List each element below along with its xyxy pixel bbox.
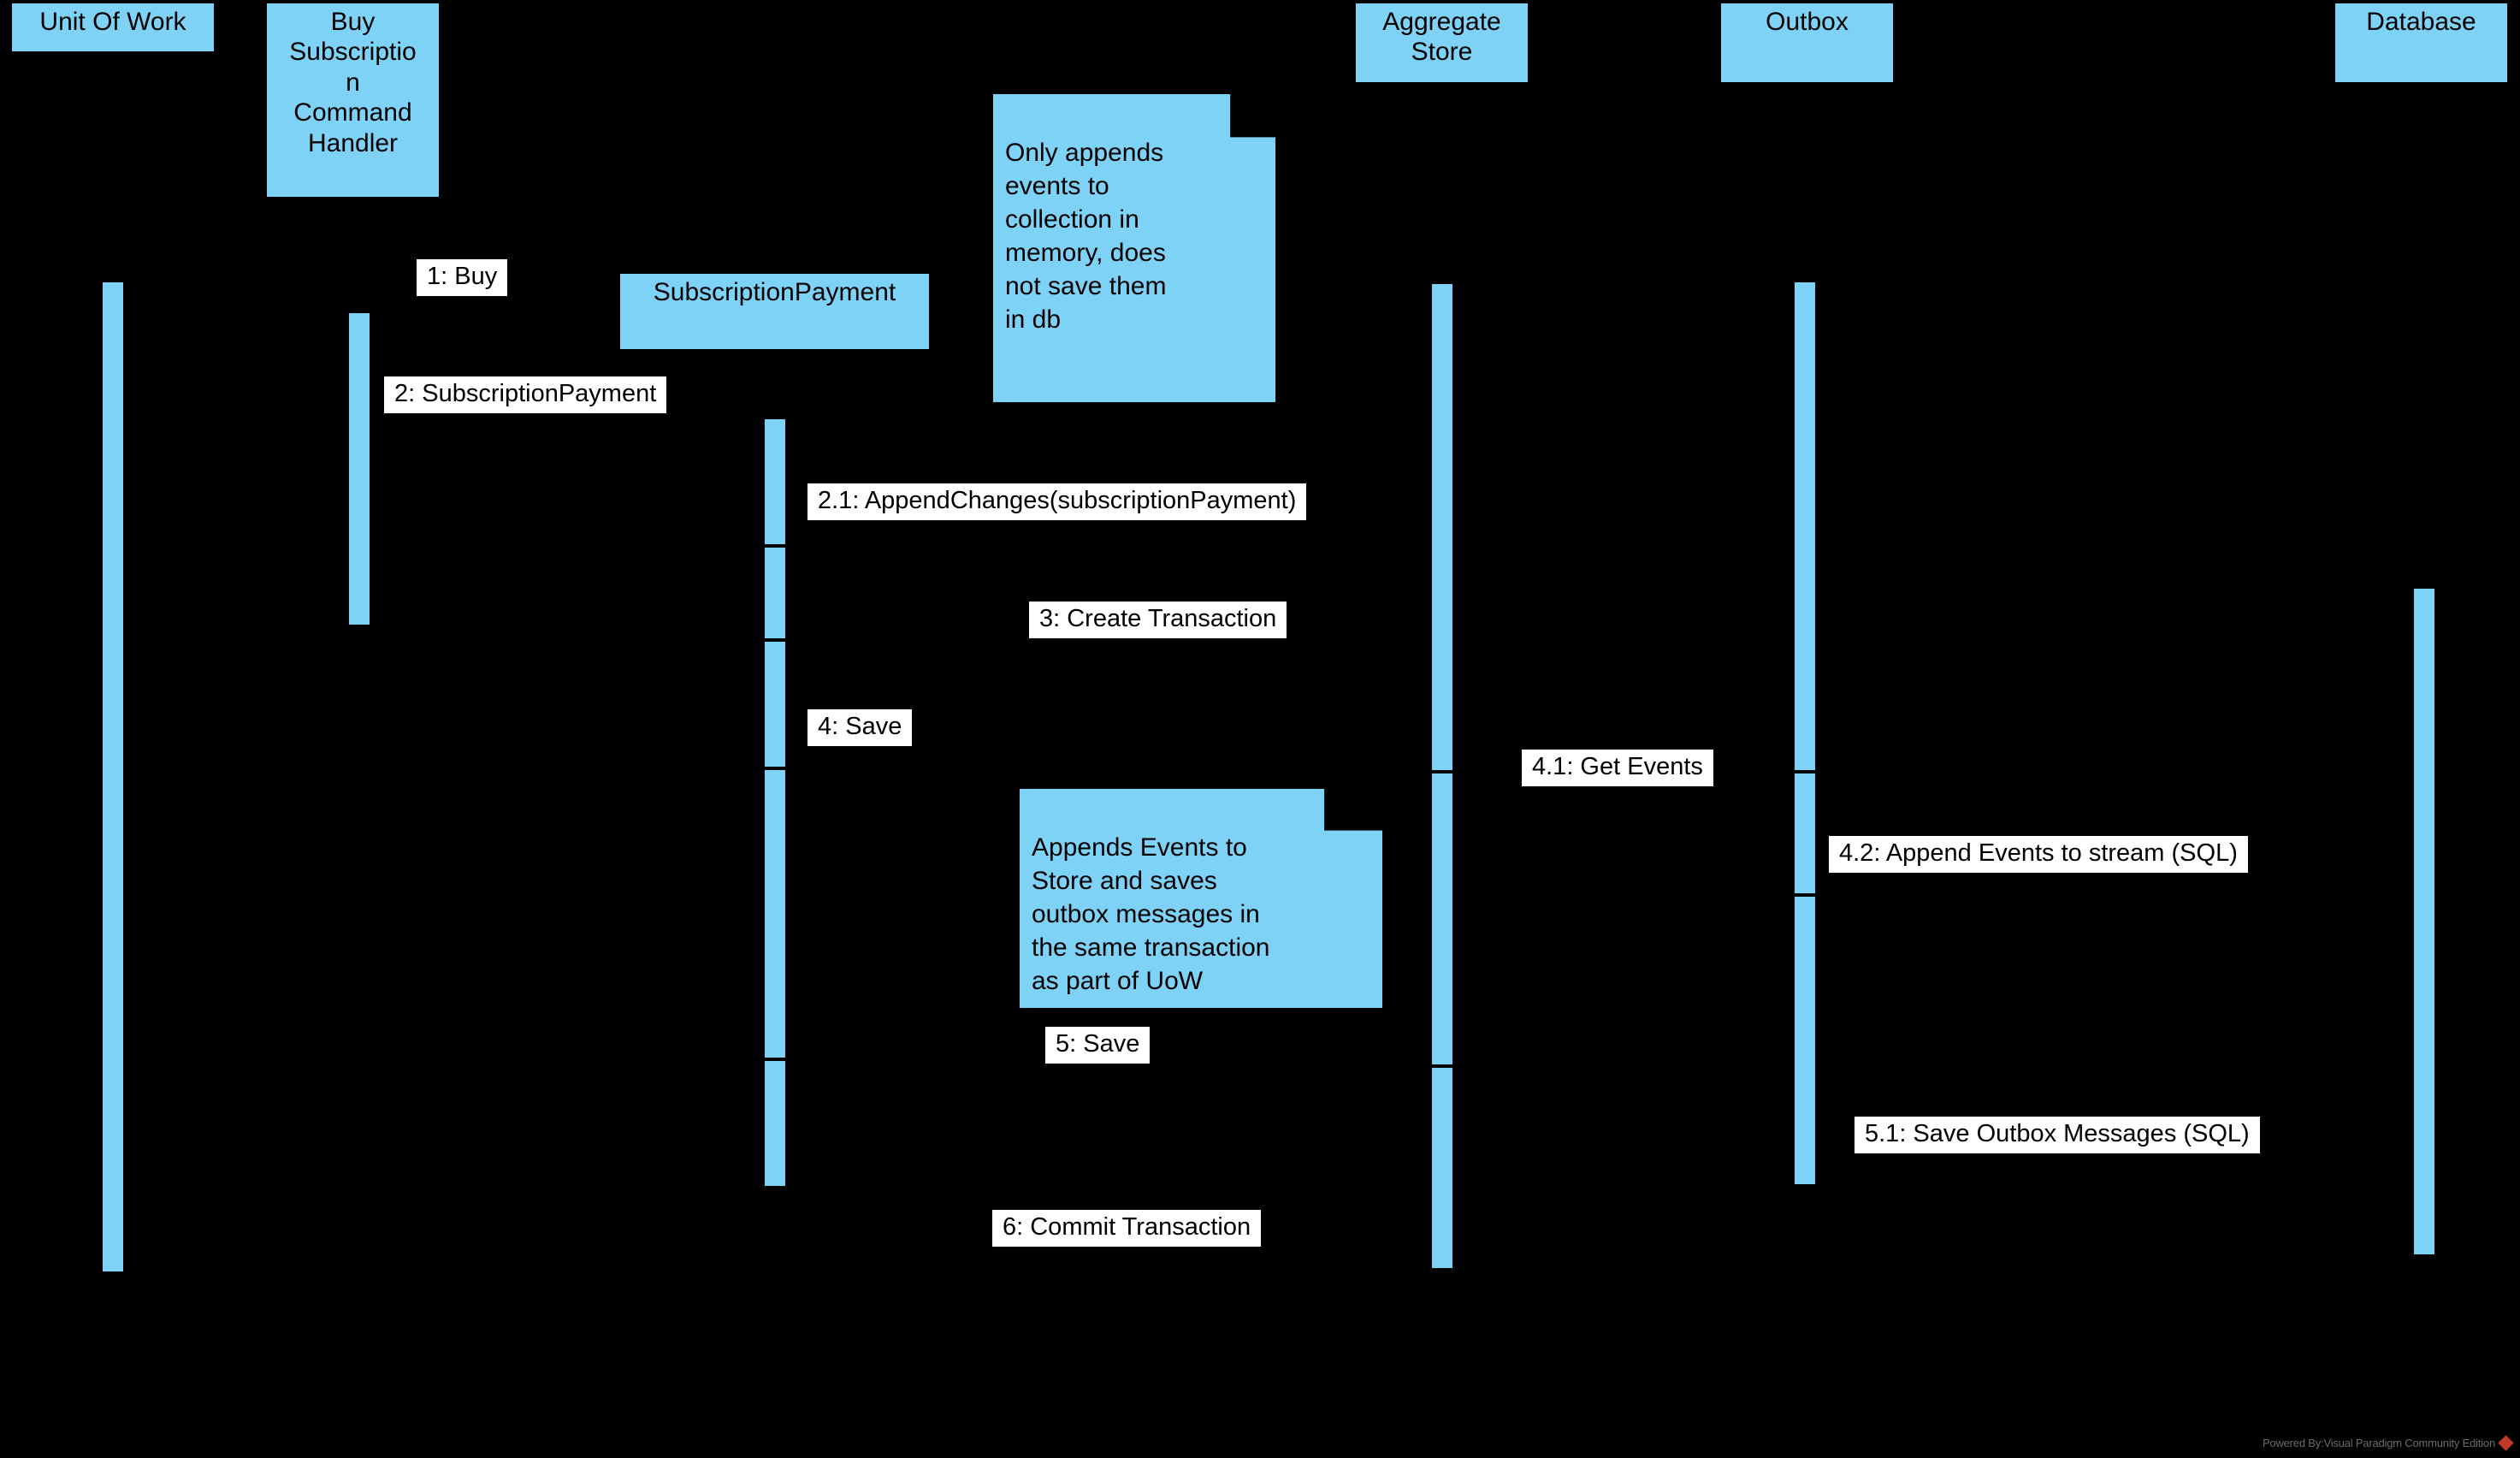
lifeline-label-buy-subscription-command-handler: Buy Subscriptio n Command Handler [289,8,417,157]
activation-bar-unit-of-work [101,281,125,1273]
activation-bar-database [2412,587,2436,1256]
message-label-5-save[interactable]: 5: Save [1045,1027,1151,1064]
sequence-diagram-canvas: Unit Of Work Buy Subscriptio n Command H… [0,0,2520,1458]
activation-bar-subscription-payment-2 [763,546,787,640]
lifeline-label-subscription-payment: SubscriptionPayment [653,278,896,306]
lifeline-label-outbox: Outbox [1766,8,1849,36]
activation-bar-subscription-payment-4 [763,768,787,1059]
activation-bar-buy-subscription-command-handler [347,311,371,626]
message-label-6-commit-transaction[interactable]: 6: Commit Transaction [992,1210,1262,1247]
message-label-4-save[interactable]: 4: Save [807,709,913,746]
note-same-transaction-text: Appends Events to Store and saves outbox… [1032,833,1270,995]
note-memory-append[interactable]: Only appends events to collection in mem… [993,94,1275,402]
lifeline-header-buy-subscription-command-handler[interactable]: Buy Subscriptio n Command Handler [265,2,441,199]
activation-bar-outbox-2 [1793,772,1817,895]
message-label-4-1-get-events[interactable]: 4.1: Get Events [1522,750,1713,786]
lifeline-header-unit-of-work[interactable]: Unit Of Work [10,2,216,53]
watermark: Powered By:Visual Paradigm Community Edi… [2262,1435,2514,1451]
activation-bar-subscription-payment-5 [763,1059,787,1188]
lifeline-header-database[interactable]: Database [2334,2,2509,84]
activation-bar-aggregate-store-2 [1430,772,1454,1066]
note-memory-append-text: Only appends events to collection in mem… [1005,139,1167,334]
lifeline-label-database: Database [2366,8,2476,36]
activation-bar-aggregate-store-1 [1430,282,1454,772]
message-label-1-buy[interactable]: 1: Buy [417,259,508,296]
message-label-2-1-append-changes[interactable]: 2.1: AppendChanges(subscriptionPayment) [807,483,1307,520]
activation-bar-outbox-3 [1793,895,1817,1186]
activation-bar-subscription-payment-1 [763,418,787,546]
activation-bar-subscription-payment-3 [763,640,787,768]
message-label-5-1-save-outbox-messages[interactable]: 5.1: Save Outbox Messages (SQL) [1855,1117,2260,1153]
activation-bar-aggregate-store-3 [1430,1066,1454,1270]
visual-paradigm-diamond-icon [2498,1435,2514,1451]
lifeline-header-subscription-payment[interactable]: SubscriptionPayment [618,272,931,351]
message-label-3-create-transaction[interactable]: 3: Create Transaction [1029,602,1287,638]
watermark-text: Powered By:Visual Paradigm Community Edi… [2262,1437,2495,1449]
message-label-4-2-append-events-to-stream[interactable]: 4.2: Append Events to stream (SQL) [1829,836,2248,873]
note-same-transaction[interactable]: Appends Events to Store and saves outbox… [1020,789,1382,1008]
lifeline-header-aggregate-store[interactable]: Aggregate Store [1354,2,1529,84]
lifeline-header-outbox[interactable]: Outbox [1719,2,1895,84]
activation-bar-outbox-1 [1793,281,1817,772]
message-label-2-subscription-payment[interactable]: 2: SubscriptionPayment [384,376,667,413]
lifeline-label-aggregate-store: Aggregate Store [1382,8,1501,67]
lifeline-label-unit-of-work: Unit Of Work [39,8,186,36]
